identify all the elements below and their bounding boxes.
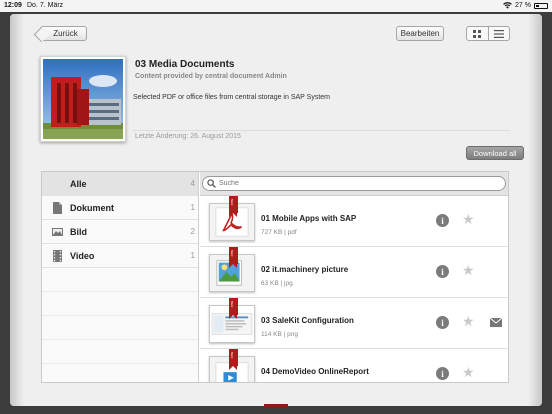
download-all-button[interactable]: Download all [466,146,524,160]
status-right: 27 % [503,2,548,9]
category-label: Dokument [70,203,115,213]
last-change-date: Letzte Änderung: 26. August 2015 [135,133,241,140]
info-icon[interactable]: i [436,265,449,278]
category-video[interactable]: Video 1 [42,244,198,268]
file-meta: 63 KB | jpg [261,280,293,287]
building-photo [43,59,123,139]
back-button-label: Zurück [53,29,78,38]
search-icon [207,179,216,188]
collection-description: Selected PDF or office files from centra… [133,94,330,101]
search-bar [200,172,508,196]
battery-icon [534,2,548,9]
file-browser: Alle 4 Dokument 1 Bild 2 Video 1 Suche N… [41,171,509,383]
star-icon[interactable]: ★ [462,263,475,277]
new-badge: NEU [229,349,238,370]
file-name: 01 Mobile Apps with SAP [261,214,357,223]
category-document[interactable]: Dokument 1 [42,196,198,220]
page-edge-left [10,14,24,406]
back-button[interactable]: Zurück [40,26,87,41]
grid-view-icon[interactable] [467,27,488,40]
file-meta: 114 KB | png [261,331,298,338]
empty-row [42,316,198,340]
file-row[interactable]: NEU 01 Mobile Apps with SAP 727 KB | pdf… [200,196,508,247]
new-badge-text: NEU [230,199,234,206]
star-icon[interactable]: ★ [462,365,475,379]
category-all[interactable]: Alle 4 [42,172,198,196]
info-icon[interactable]: i [436,316,449,329]
search-field[interactable] [202,176,506,191]
info-icon[interactable]: i [436,214,449,227]
new-badge: NEU [229,196,238,217]
header-divider [132,130,510,131]
category-count: 2 [190,227,195,236]
category-image[interactable]: Bild 2 [42,220,198,244]
page-edge-right [528,14,542,406]
view-toggle [466,26,510,41]
empty-row [42,340,198,364]
category-count: 1 [190,251,195,260]
list-view-icon[interactable] [487,27,510,40]
status-time: 12:09 [4,2,22,9]
status-bar: 12:09 Do. 7. März 27 % [0,0,552,12]
category-list: Alle 4 Dokument 1 Bild 2 Video 1 [42,172,199,382]
category-label: Video [70,251,95,261]
bookmark-ribbon-bottom [264,404,288,408]
collection-thumbnail [40,56,126,142]
content-page: Zurück Bearbeiten 03 Media Documents Con… [10,14,542,406]
video-icon [53,250,62,262]
search-input[interactable] [219,178,489,189]
info-icon[interactable]: i [436,367,449,380]
file-row[interactable]: NEU 02 it.machinery picture 63 KB | jpg … [200,247,508,298]
new-badge-text: NEU [230,250,234,257]
star-icon[interactable]: ★ [462,212,475,226]
document-icon [53,202,62,214]
status-date: Do. 7. März [27,2,64,9]
new-badge-text: NEU [230,352,234,359]
star-icon[interactable]: ★ [462,314,475,328]
new-badge: NEU [229,298,238,319]
empty-row [42,292,198,316]
file-row[interactable]: NEU 03 SaleKit Configuration 114 KB | pn… [200,298,508,349]
category-count: 4 [190,179,195,188]
file-name: 04 DemoVideo OnlineReport [261,367,369,376]
file-name: 02 it.machinery picture [261,265,349,274]
edit-button-label: Bearbeiten [400,29,440,38]
category-count: 1 [190,203,195,212]
file-meta: 727 KB | pdf [261,229,297,236]
empty-row [42,268,198,292]
new-badge: NEU [229,247,238,268]
file-name: 03 SaleKit Configuration [261,316,354,325]
mail-icon[interactable] [490,318,502,327]
battery-percent: 27 % [515,2,531,9]
category-label: Bild [70,227,87,237]
file-list: NEU 01 Mobile Apps with SAP 727 KB | pdf… [200,172,508,382]
wifi-icon [503,2,512,9]
category-label: Alle [70,179,87,189]
collection-provider: Content provided by central document Adm… [135,73,287,80]
new-badge-text: NEU [230,301,234,308]
edit-button[interactable]: Bearbeiten [396,26,444,41]
image-icon [52,228,63,236]
collection-title: 03 Media Documents [135,59,235,70]
file-row[interactable]: NEU 04 DemoVideo OnlineReport i ★ [200,349,508,382]
